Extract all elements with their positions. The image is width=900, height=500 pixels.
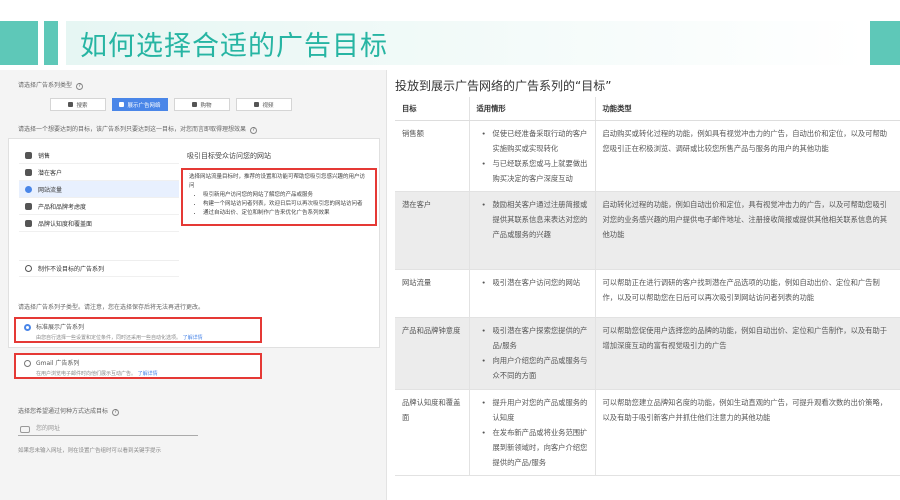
slide: 如何选择合适的广告目标 请选择广告系列类型? 搜索 展示广告网络 购物 视频 请… — [0, 0, 900, 500]
table-row: 品牌认知度和覆盖面 提升用户对您的产品或服务的认知度 在发布新产品或将业务范围扩… — [395, 389, 900, 476]
goals-table: 目标 适用情形 功能类型 销售额 促使已经准备采取行动的客户实施购买或实现转化 … — [395, 97, 900, 476]
case-item: 与已经联系您或马上就要做出购买决定的客户深度互动 — [477, 156, 588, 186]
tab-shopping[interactable]: 购物 — [174, 98, 230, 111]
goal-consideration[interactable]: 产品和品牌考虑度 — [19, 198, 179, 215]
goal-detail-highlight: 选择网站流量目标时，推荐的设置和功能可帮助您吸引您感兴趣的用户访问 吸引新用户访… — [181, 168, 377, 226]
goal-detail-point: 通过自动出价、定位和制作广告来优化广告系列效果 — [203, 209, 369, 218]
cases-cell: 吸引潜在客户访问您的网站 — [468, 269, 595, 318]
tab-display[interactable]: 展示广告网络 — [112, 98, 168, 111]
case-item: 在发布新产品或将业务范围扩展到新领域时，向客户介绍您提供的产品/服务 — [477, 425, 588, 470]
megaphone-icon — [25, 219, 32, 227]
goal-list: 销售 潜在客户 网站流量 产品和品牌考虑度 品牌认知度和覆盖面 制作不设目标的广… — [19, 147, 179, 277]
tab-video[interactable]: 视频 — [236, 98, 292, 111]
left-accent-bar — [0, 21, 58, 65]
table-row: 潜在客户 鼓励相关客户通过注册简报或提供其联系信息来表达对您的产品或服务的兴趣 … — [395, 191, 900, 270]
footnote: 如果您未输入网址，则在设置广告组时可以看到关键字提示 — [18, 448, 162, 454]
table-row: 销售额 促使已经准备采取行动的客户实施购买或实现转化 与已经联系您或马上就要做出… — [395, 120, 900, 192]
goal-detail-title: 吸引目标受众访问您的网站 — [187, 152, 271, 160]
shopping-icon — [192, 102, 198, 107]
slide-title: 如何选择合适的广告目标 — [80, 31, 388, 62]
table-title: 投放到展示广告网络的广告系列的“目标” — [395, 79, 612, 93]
goal-detail-point: 吸引新用户访问您的网站了解您的产品或服务 — [203, 191, 369, 200]
column-header: 适用情形 — [468, 97, 595, 121]
case-item: 提升用户对您的产品或服务的认知度 — [477, 395, 588, 425]
sparkle-icon — [25, 202, 32, 210]
goal-cell: 销售额 — [395, 120, 469, 192]
reach-goal-label: 选择您希望通过何种方式达成目标? — [18, 406, 120, 416]
help-icon[interactable]: ? — [112, 409, 120, 416]
radio-selected-icon[interactable] — [24, 324, 31, 331]
cases-cell: 提升用户对您的产品或服务的认知度 在发布新产品或将业务范围扩展到新领域时，向客户… — [468, 389, 595, 476]
goal-none[interactable]: 制作不设目标的广告系列 — [19, 260, 179, 277]
no-goal-icon — [25, 265, 32, 272]
learn-more-link[interactable]: 了解详情 — [183, 335, 203, 341]
goal-cell: 产品和品牌钟意度 — [395, 317, 469, 390]
features-cell: 可以帮助您建立品牌知名度的功能，例如生动直观的广告，可提升观看次数的出价策略，以… — [594, 389, 900, 476]
goal-detail-intro: 选择网站流量目标时，推荐的设置和功能可帮助您吸引您感兴趣的用户访问 — [189, 174, 366, 189]
help-icon[interactable]: ? — [250, 127, 258, 134]
features-cell: 可以帮助正在进行调研的客户找到潜在产品选项的功能，例如自动出价、定位和广告制作，… — [594, 269, 900, 318]
campaign-settings-screenshot: 请选择广告系列类型? 搜索 展示广告网络 购物 视频 请选择一个想要达到的目标，… — [0, 70, 387, 500]
contact-icon — [25, 168, 32, 176]
goal-cell: 网站流量 — [395, 269, 469, 318]
radio-icon[interactable] — [24, 360, 31, 367]
features-cell: 启动购买或转化过程的功能，例如具有视觉冲击力的广告，自动出价和定位，以及可帮助您… — [594, 120, 900, 192]
check-circle-icon — [25, 185, 32, 193]
video-icon — [254, 102, 260, 107]
goal-website-traffic[interactable]: 网站流量 — [19, 181, 179, 198]
goal-prompt: 请选择一个想要达到的目标，该广告系列只要达到这一目标，对您而言即取得理想效果? — [18, 124, 258, 134]
campaign-type-label: 请选择广告系列类型? — [18, 80, 84, 90]
tab-search[interactable]: 搜索 — [50, 98, 106, 111]
subtype-standard-display[interactable]: 标准展示广告系列 由您自行选择一些设置和定位条件，同时还采用一些自动化选项。 了… — [14, 317, 262, 343]
cases-cell: 鼓励相关客户通过注册简报或提供其联系信息来表达对您的产品或服务的兴趣 — [468, 191, 595, 270]
goal-sales[interactable]: 销售 — [19, 147, 179, 164]
table-row: 网站流量 吸引潜在客户访问您的网站 可以帮助正在进行调研的客户找到潜在产品选项的… — [395, 269, 900, 318]
website-url-input[interactable]: 您的网址 — [18, 422, 198, 436]
display-icon — [119, 102, 125, 107]
table-header-row: 目标 适用情形 功能类型 — [395, 97, 900, 121]
cases-cell: 吸引潜在客户探索您提供的产品/服务 向用户介绍您的产品或服务与众不同的方面 — [468, 317, 595, 390]
subtype-gmail[interactable]: Gmail 广告系列 在用户浏览电子邮件时向他们展示互动广告。 了解详情 — [14, 353, 262, 379]
goal-awareness[interactable]: 品牌认知度和覆盖面 — [19, 215, 179, 232]
learn-more-link[interactable]: 了解详情 — [138, 371, 158, 377]
column-header: 目标 — [395, 97, 469, 121]
goal-cell: 品牌认知度和覆盖面 — [395, 389, 469, 476]
right-accent-bar — [870, 21, 900, 65]
case-item: 促使已经准备采取行动的客户实施购买或实现转化 — [477, 126, 588, 156]
tag-icon — [25, 151, 32, 159]
campaign-type-tabs: 搜索 展示广告网络 购物 视频 — [50, 98, 292, 111]
case-item: 鼓励相关客户通过注册简报或提供其联系信息来表达对您的产品或服务的兴趣 — [477, 197, 588, 242]
goal-leads[interactable]: 潜在客户 — [19, 164, 179, 181]
subtype-label: 请选择广告系列子类型。请注意，您在选择保存后将无法再进行更改。 — [18, 304, 205, 311]
goal-detail-point: 构建一个网站访问者列表，欢迎日后可以再次吸引您的网站访问者 — [203, 200, 369, 209]
help-icon[interactable]: ? — [76, 83, 84, 90]
goal-detail-points: 吸引新用户访问您的网站了解您的产品或服务 构建一个网站访问者列表，欢迎日后可以再… — [189, 191, 369, 218]
goal-cell: 潜在客户 — [395, 191, 469, 270]
column-header: 功能类型 — [594, 97, 900, 121]
cases-cell: 促使已经准备采取行动的客户实施购买或实现转化 与已经联系您或马上就要做出购买决定… — [468, 120, 595, 192]
case-item: 吸引潜在客户探索您提供的产品/服务 — [477, 323, 588, 353]
features-cell: 启动转化过程的功能，例如自动出价和定位，具有视觉冲击力的广告，以及可帮助您吸引对… — [594, 191, 900, 270]
search-icon — [68, 102, 74, 107]
case-item: 吸引潜在客户访问您的网站 — [477, 275, 588, 290]
table-row: 产品和品牌钟意度 吸引潜在客户探索您提供的产品/服务 向用户介绍您的产品或服务与… — [395, 317, 900, 390]
features-cell: 可以帮助您促使用户选择您的品牌的功能，例如自动出价、定位和广告制作，以及有助于增… — [594, 317, 900, 390]
case-item: 向用户介绍您的产品或服务与众不同的方面 — [477, 353, 588, 383]
